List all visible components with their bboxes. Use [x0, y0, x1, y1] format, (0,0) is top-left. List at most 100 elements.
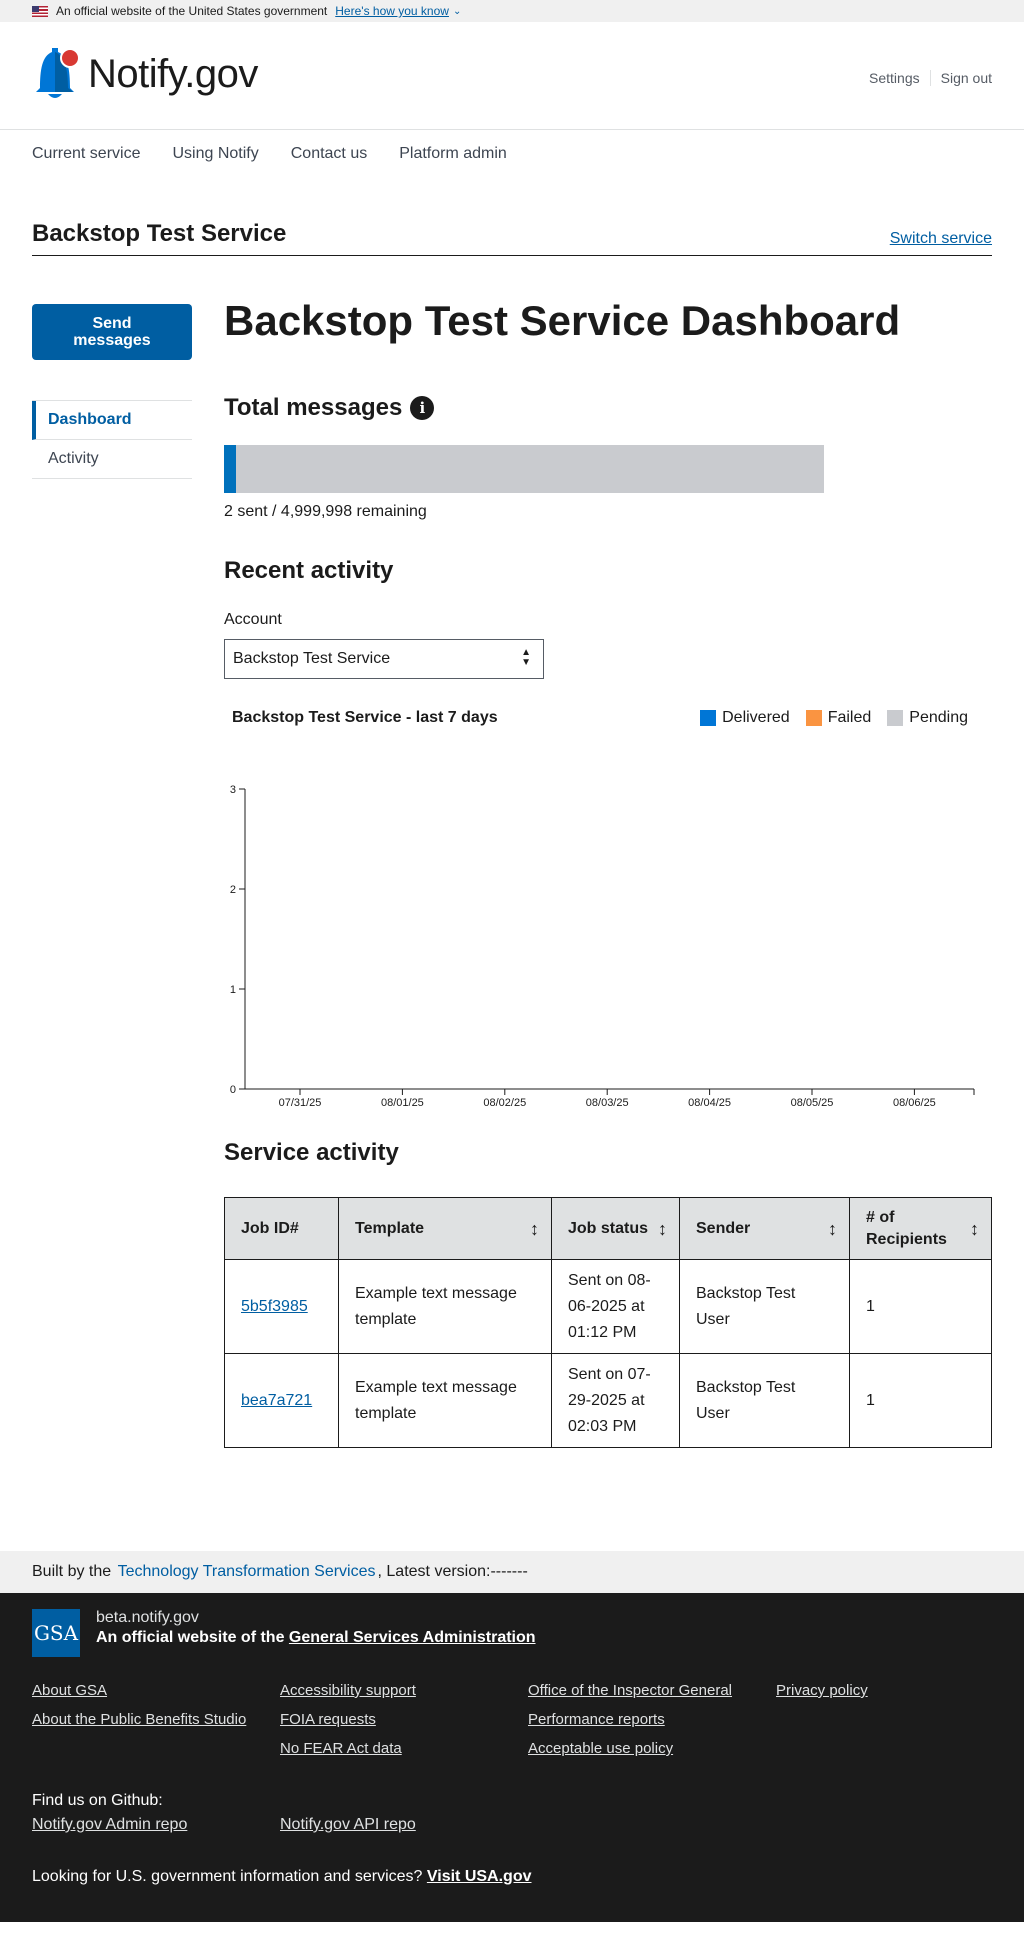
gov-banner: An official website of the United States… — [0, 0, 1024, 22]
github-admin-repo-link[interactable]: Notify.gov Admin repo — [32, 1816, 280, 1834]
template-cell: Example text message template — [338, 1259, 552, 1355]
bell-logo-icon — [36, 48, 80, 98]
table-row: 5b5f3985 Example text message template S… — [224, 1259, 992, 1355]
table-row: bea7a721 Example text message template S… — [224, 1353, 992, 1449]
legend-swatch-pending — [887, 710, 904, 727]
legend-label-failed: Failed — [827, 709, 872, 727]
footer-links: About GSA About the Public Benefits Stud… — [32, 1681, 992, 1768]
gsa-logo[interactable]: GSA — [32, 1609, 80, 1657]
footer-link-performance-reports[interactable]: Performance reports — [528, 1710, 776, 1729]
content-area: Send messages Dashboard Activity Backsto… — [0, 256, 1024, 1551]
gsa-identifier: GSA beta.notify.gov An official website … — [32, 1609, 992, 1657]
heres-how-you-know-link[interactable]: Here's how you know — [335, 4, 449, 18]
col-job-id: Job ID# — [224, 1197, 339, 1261]
header-links: Settings Sign out — [859, 70, 992, 86]
nav-using-notify[interactable]: Using Notify — [172, 145, 258, 163]
nav-platform-admin[interactable]: Platform admin — [399, 145, 507, 163]
legend-label-pending: Pending — [909, 709, 968, 727]
chart-title: Backstop Test Service - last 7 days — [232, 709, 498, 727]
col-recipients[interactable]: # of Recipients ↕ — [849, 1197, 992, 1261]
sort-icon[interactable]: ↕ — [828, 1218, 837, 1240]
send-messages-button[interactable]: Send messages — [32, 304, 192, 360]
info-icon[interactable]: i — [410, 396, 435, 421]
x-tick-label: 07/31/25 — [279, 1097, 322, 1107]
github-api-repo-link[interactable]: Notify.gov API repo — [280, 1816, 528, 1834]
legend-label-delivered: Delivered — [722, 709, 790, 727]
footer-col-2: Accessibility support FOIA requests No F… — [280, 1681, 528, 1768]
footer-link-foia[interactable]: FOIA requests — [280, 1710, 528, 1729]
main-nav: Current service Using Notify Contact us … — [0, 130, 1024, 178]
recipients-cell: 1 — [849, 1259, 992, 1355]
footer-link-acceptable-use[interactable]: Acceptable use policy — [528, 1739, 776, 1758]
chevron-down-icon[interactable]: ⌄ — [453, 6, 461, 17]
y-tick-label: 0 — [230, 1084, 236, 1096]
gov-banner-text: An official website of the United States… — [56, 4, 328, 18]
main-content: Backstop Test Service Dashboard Total me… — [224, 296, 992, 1449]
nav-current-service[interactable]: Current service — [32, 145, 140, 163]
sender-cell: Backstop Test User — [679, 1353, 850, 1449]
x-tick-label: 08/01/25 — [381, 1097, 424, 1107]
version-bar: Built by the Technology Transformation S… — [0, 1551, 1024, 1593]
usage-meter-fill — [224, 445, 236, 494]
service-bar: Backstop Test Service Switch service — [32, 218, 992, 256]
sort-icon[interactable]: ↕ — [530, 1218, 539, 1240]
account-select[interactable]: Backstop Test Service ▲ ▼ — [224, 639, 544, 680]
sender-cell: Backstop Test User — [679, 1259, 850, 1355]
footer-link-no-fear[interactable]: No FEAR Act data — [280, 1739, 528, 1758]
footer-link-about-gsa[interactable]: About GSA — [32, 1681, 280, 1700]
notify-logo[interactable]: Notify.gov — [32, 44, 258, 104]
sidebar-item-dashboard[interactable]: Dashboard — [32, 401, 192, 440]
us-flag-icon — [32, 5, 48, 17]
service-name: Backstop Test Service — [32, 220, 287, 247]
col-job-status[interactable]: Job status ↕ — [551, 1197, 680, 1261]
account-select-value: Backstop Test Service — [233, 650, 391, 668]
nav-contact-us[interactable]: Contact us — [291, 145, 367, 163]
usa-prefix: Looking for U.S. government information … — [32, 1868, 423, 1885]
template-cell: Example text message template — [338, 1353, 552, 1449]
settings-link[interactable]: Settings — [859, 70, 930, 86]
github-heading: Find us on Github: — [32, 1792, 163, 1809]
col-sender[interactable]: Sender ↕ — [679, 1197, 850, 1261]
x-tick-label: 08/05/25 — [791, 1097, 834, 1107]
job-id-cell: bea7a721 — [224, 1353, 339, 1449]
activity-chart: 0 1 2 3 07/31/25 08/01/25 08/02/25 08/03/25 08/0… — [230, 784, 975, 1107]
sort-icon[interactable]: ↕ — [658, 1218, 667, 1240]
logo-text: Notify.gov — [88, 51, 258, 96]
footer-link-accessibility[interactable]: Accessibility support — [280, 1681, 528, 1700]
sign-out-link[interactable]: Sign out — [929, 70, 992, 86]
col-template[interactable]: Template ↕ — [338, 1197, 552, 1261]
x-tick-label: 08/03/25 — [586, 1097, 629, 1107]
table-header-row: Job ID# Template ↕ Job status ↕ Sender ↕ # … — [224, 1197, 992, 1261]
footer-link-inspector-general[interactable]: Office of the Inspector General — [528, 1681, 776, 1700]
y-tick-label: 2 — [230, 884, 236, 896]
usage-meter-text: 2 sent / 4,999,998 remaining — [224, 503, 427, 521]
job-id-link[interactable]: bea7a721 — [241, 1392, 312, 1409]
side-nav: Dashboard Activity — [32, 400, 192, 479]
job-id-link[interactable]: 5b5f3985 — [241, 1298, 308, 1315]
footer-link-public-benefits-studio[interactable]: About the Public Benefits Studio — [32, 1710, 280, 1729]
legend-swatch-delivered — [700, 710, 717, 727]
chart-legend: Delivered Failed Pending — [684, 709, 968, 727]
recipients-cell: 1 — [849, 1353, 992, 1449]
footer-domain: beta.notify.gov — [96, 1609, 199, 1626]
footer-link-privacy[interactable]: Privacy policy — [776, 1681, 1024, 1700]
switch-service-link[interactable]: Switch service — [890, 230, 992, 248]
tts-link[interactable]: Technology Transformation Services — [118, 1563, 376, 1581]
usa-gov-link[interactable]: Visit USA.gov — [427, 1868, 532, 1885]
gsa-link[interactable]: General Services Administration — [289, 1629, 536, 1646]
col-recipients-label: # of Recipients — [866, 1208, 947, 1248]
footer-col-3: Office of the Inspector General Performa… — [528, 1681, 776, 1768]
service-activity-table: Job ID# Template ↕ Job status ↕ Sender ↕ # … — [224, 1197, 992, 1449]
page-title: Backstop Test Service Dashboard — [224, 297, 901, 344]
site-footer: GSA beta.notify.gov An official website … — [0, 1593, 1024, 1922]
col-job-status-label: Job status — [568, 1219, 649, 1237]
status-cell: Sent on 08-06-2025 at 01:12 PM — [551, 1259, 680, 1355]
official-prefix: An official website of the — [96, 1629, 285, 1646]
footer-col-1: About GSA About the Public Benefits Stud… — [32, 1681, 280, 1768]
y-tick-label: 3 — [230, 784, 236, 796]
version-prefix: Built by the — [32, 1563, 112, 1580]
legend-delivered: Delivered — [700, 709, 790, 727]
sort-icon[interactable]: ↕ — [970, 1218, 979, 1240]
sidebar-item-activity[interactable]: Activity — [32, 440, 192, 479]
usage-meter — [224, 445, 824, 494]
